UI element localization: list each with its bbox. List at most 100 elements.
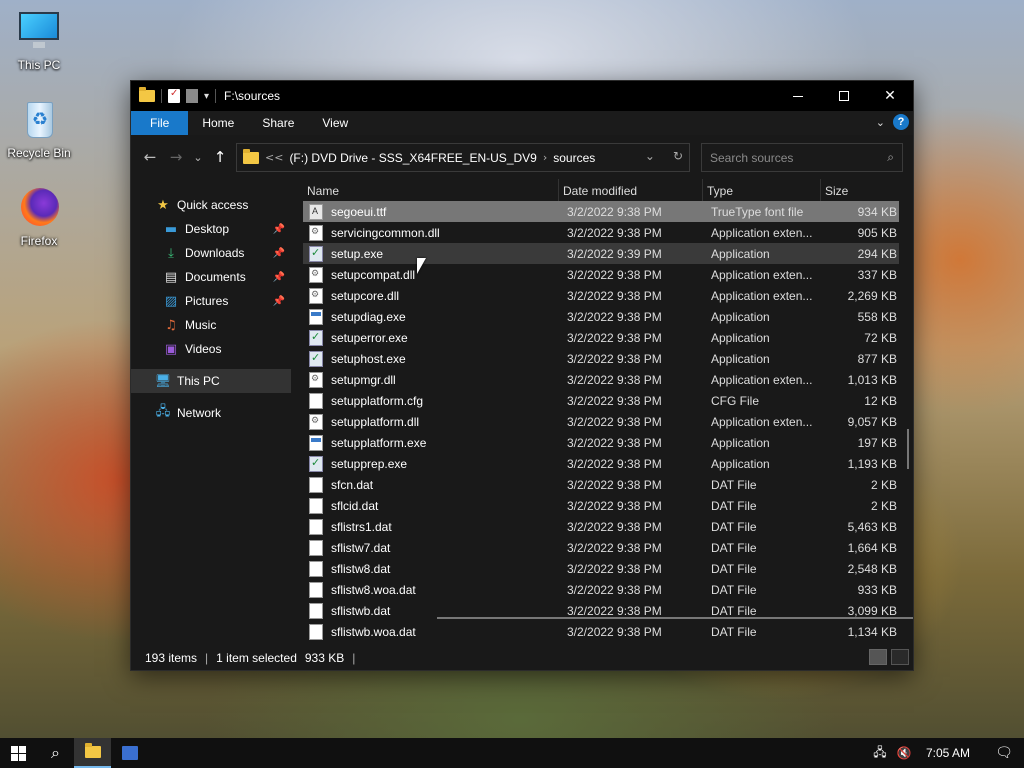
nav-item-videos[interactable]: ▣ Videos	[131, 337, 291, 361]
folder-icon	[243, 148, 259, 164]
properties-icon[interactable]	[168, 88, 180, 103]
file-name: setupplatform.cfg	[331, 393, 424, 408]
status-bar: 193 items | 1 item selected 933 KB |	[131, 645, 913, 670]
pin-icon[interactable]: 📌	[273, 272, 285, 283]
breadcrumb-sources[interactable]: sources	[553, 151, 595, 165]
tab-home[interactable]: Home	[188, 111, 248, 135]
close-button[interactable]: ✕	[867, 81, 913, 111]
network-icon[interactable]: 🖧	[868, 743, 892, 764]
file-row[interactable]: setupplatform.dll 3/2/2022 9:38 PM Applica…	[303, 411, 899, 432]
pin-icon[interactable]: 📌	[273, 296, 285, 307]
customize-quick-access-icon[interactable]: ▾	[204, 91, 209, 102]
large-icons-view-button[interactable]	[891, 649, 909, 665]
file-date: 3/2/2022 9:38 PM	[567, 519, 662, 534]
file-name-cell: setuphost.exe	[303, 350, 559, 367]
minimize-button[interactable]	[775, 81, 821, 111]
file-size: 337 KB	[857, 267, 897, 282]
file-name-cell: sfcn.dat	[303, 476, 559, 493]
item-count: 193 items	[145, 650, 198, 665]
file-row[interactable]: setupmgr.dll 3/2/2022 9:38 PM Application …	[303, 369, 899, 390]
file-row[interactable]: setupplatform.exe 3/2/2022 9:38 PM Applica…	[303, 432, 899, 453]
search-input[interactable]	[710, 150, 870, 165]
recent-locations-button[interactable]: ⌄	[189, 151, 207, 164]
file-row[interactable]: setup.exe 3/2/2022 9:39 PM Application 294 …	[303, 243, 899, 264]
clock[interactable]: 7:05 AM	[916, 746, 984, 760]
search-button[interactable]: ⌕	[37, 738, 74, 768]
file-type: Application	[711, 351, 770, 366]
pin-icon[interactable]: 📌	[273, 248, 285, 259]
file-row[interactable]: sflistrs1.dat 3/2/2022 9:38 PM DAT File 5,4…	[303, 516, 899, 537]
tab-view[interactable]: View	[308, 111, 362, 135]
file-row[interactable]: setupcompat.dll 3/2/2022 9:38 PM Applicati…	[303, 264, 899, 285]
file-name-cell: setupprep.exe	[303, 455, 559, 472]
tab-share[interactable]: Share	[248, 111, 308, 135]
column-date-modified[interactable]: Date modified	[559, 179, 703, 203]
desktop-icon-this-pc[interactable]: This PC	[6, 10, 72, 72]
desktop-icon-recycle-bin[interactable]: Recycle Bin	[6, 98, 72, 160]
file-row[interactable]: sflistw7.dat 3/2/2022 9:38 PM DAT File 1,66…	[303, 537, 899, 558]
address-dropdown-icon[interactable]: ⌄	[645, 149, 655, 163]
new-folder-icon[interactable]	[186, 89, 198, 103]
file-row[interactable]: setuphost.exe 3/2/2022 9:38 PM Application…	[303, 348, 899, 369]
setup-file-icon	[309, 350, 323, 367]
ribbon-tabs: File Home Share View ⌄ ?	[131, 111, 913, 135]
file-row[interactable]: setupdiag.exe 3/2/2022 9:38 PM Application…	[303, 306, 899, 327]
refresh-icon[interactable]: ↻	[673, 149, 683, 163]
tab-file[interactable]: File	[131, 111, 189, 135]
file-row[interactable]: setupcore.dll 3/2/2022 9:38 PM Application…	[303, 285, 899, 306]
nav-network[interactable]: 🖧 Network	[131, 401, 291, 425]
vertical-scrollbar[interactable]	[907, 429, 909, 469]
file-size: 558 KB	[857, 309, 897, 324]
file-row[interactable]: sflistw8.woa.dat 3/2/2022 9:38 PM DAT File…	[303, 579, 899, 600]
nav-item-music[interactable]: ♫ Music	[131, 313, 291, 337]
file-date: 3/2/2022 9:38 PM	[567, 582, 662, 597]
nav-label: Videos	[185, 342, 222, 356]
nav-item-pictures[interactable]: ▨ Pictures 📌	[131, 289, 291, 313]
search-box[interactable]: ⌕	[701, 143, 903, 172]
start-button[interactable]	[0, 738, 37, 768]
up-button[interactable]: ↑	[207, 148, 233, 166]
maximize-button[interactable]	[821, 81, 867, 111]
taskbar-store[interactable]	[111, 738, 148, 768]
nav-item-desktop[interactable]: ▬ Desktop 📌	[131, 217, 291, 241]
desktop-icon-firefox[interactable]: Firefox	[6, 186, 72, 248]
help-icon[interactable]: ?	[893, 114, 909, 130]
notifications-icon[interactable]: 🗨	[984, 745, 1024, 761]
file-row[interactable]: segoeui.ttf 3/2/2022 9:38 PM TrueType font…	[303, 201, 899, 222]
nav-item-documents[interactable]: ▤ Documents 📌	[131, 265, 291, 289]
nav-item-downloads[interactable]: ⤓ Downloads 📌	[131, 241, 291, 265]
firefox-icon	[17, 186, 61, 230]
file-row[interactable]: sflcid.dat 3/2/2022 9:38 PM DAT File 2 KB	[303, 495, 899, 516]
exe-file-icon	[309, 308, 323, 325]
file-row[interactable]: setuperror.exe 3/2/2022 9:38 PM Applicatio…	[303, 327, 899, 348]
file-row[interactable]: setupplatform.cfg 3/2/2022 9:38 PM CFG Fil…	[303, 390, 899, 411]
nav-this-pc[interactable]: 🖥 This PC	[131, 369, 291, 393]
column-size[interactable]: Size	[821, 179, 899, 203]
address-bar[interactable]: << (F:) DVD Drive - SSS_X64FREE_EN-US_DV…	[236, 143, 690, 172]
breadcrumb-drive[interactable]: (F:) DVD Drive - SSS_X64FREE_EN-US_DV9	[289, 151, 536, 165]
column-name[interactable]: Name	[303, 179, 559, 203]
file-row[interactable]: setupprep.exe 3/2/2022 9:38 PM Application…	[303, 453, 899, 474]
details-view-button[interactable]	[869, 649, 887, 665]
file-date: 3/2/2022 9:38 PM	[567, 477, 662, 492]
horizontal-scrollbar[interactable]	[437, 617, 913, 619]
back-button[interactable]: ←	[137, 148, 163, 166]
forward-button[interactable]: →	[163, 148, 189, 166]
file-row[interactable]: sfcn.dat 3/2/2022 9:38 PM DAT File 2 KB	[303, 474, 899, 495]
file-row[interactable]: sflistw8.dat 3/2/2022 9:38 PM DAT File 2,54…	[303, 558, 899, 579]
column-type[interactable]: Type	[703, 179, 821, 203]
title-bar[interactable]: ▾ F:\sources ✕	[131, 81, 913, 111]
taskbar-file-explorer[interactable]	[74, 738, 111, 768]
doc-file-icon	[309, 581, 323, 598]
column-headers: Name Date modified Type Size	[303, 179, 899, 203]
expand-ribbon-icon[interactable]: ⌄	[876, 116, 885, 129]
file-row[interactable]: servicingcommon.dll 3/2/2022 9:38 PM Appli…	[303, 222, 899, 243]
file-size: 877 KB	[857, 351, 897, 366]
address-overflow[interactable]: <<	[265, 151, 283, 164]
breadcrumb-separator-icon[interactable]: ›	[543, 151, 547, 164]
file-name: setupplatform.dll	[331, 414, 420, 429]
volume-muted-icon[interactable]: 🔇	[892, 746, 916, 760]
nav-quick-access[interactable]: ★ Quick access	[131, 193, 291, 217]
file-row[interactable]: sflistwb.woa.dat 3/2/2022 9:38 PM DAT File…	[303, 621, 899, 642]
pin-icon[interactable]: 📌	[273, 224, 285, 235]
